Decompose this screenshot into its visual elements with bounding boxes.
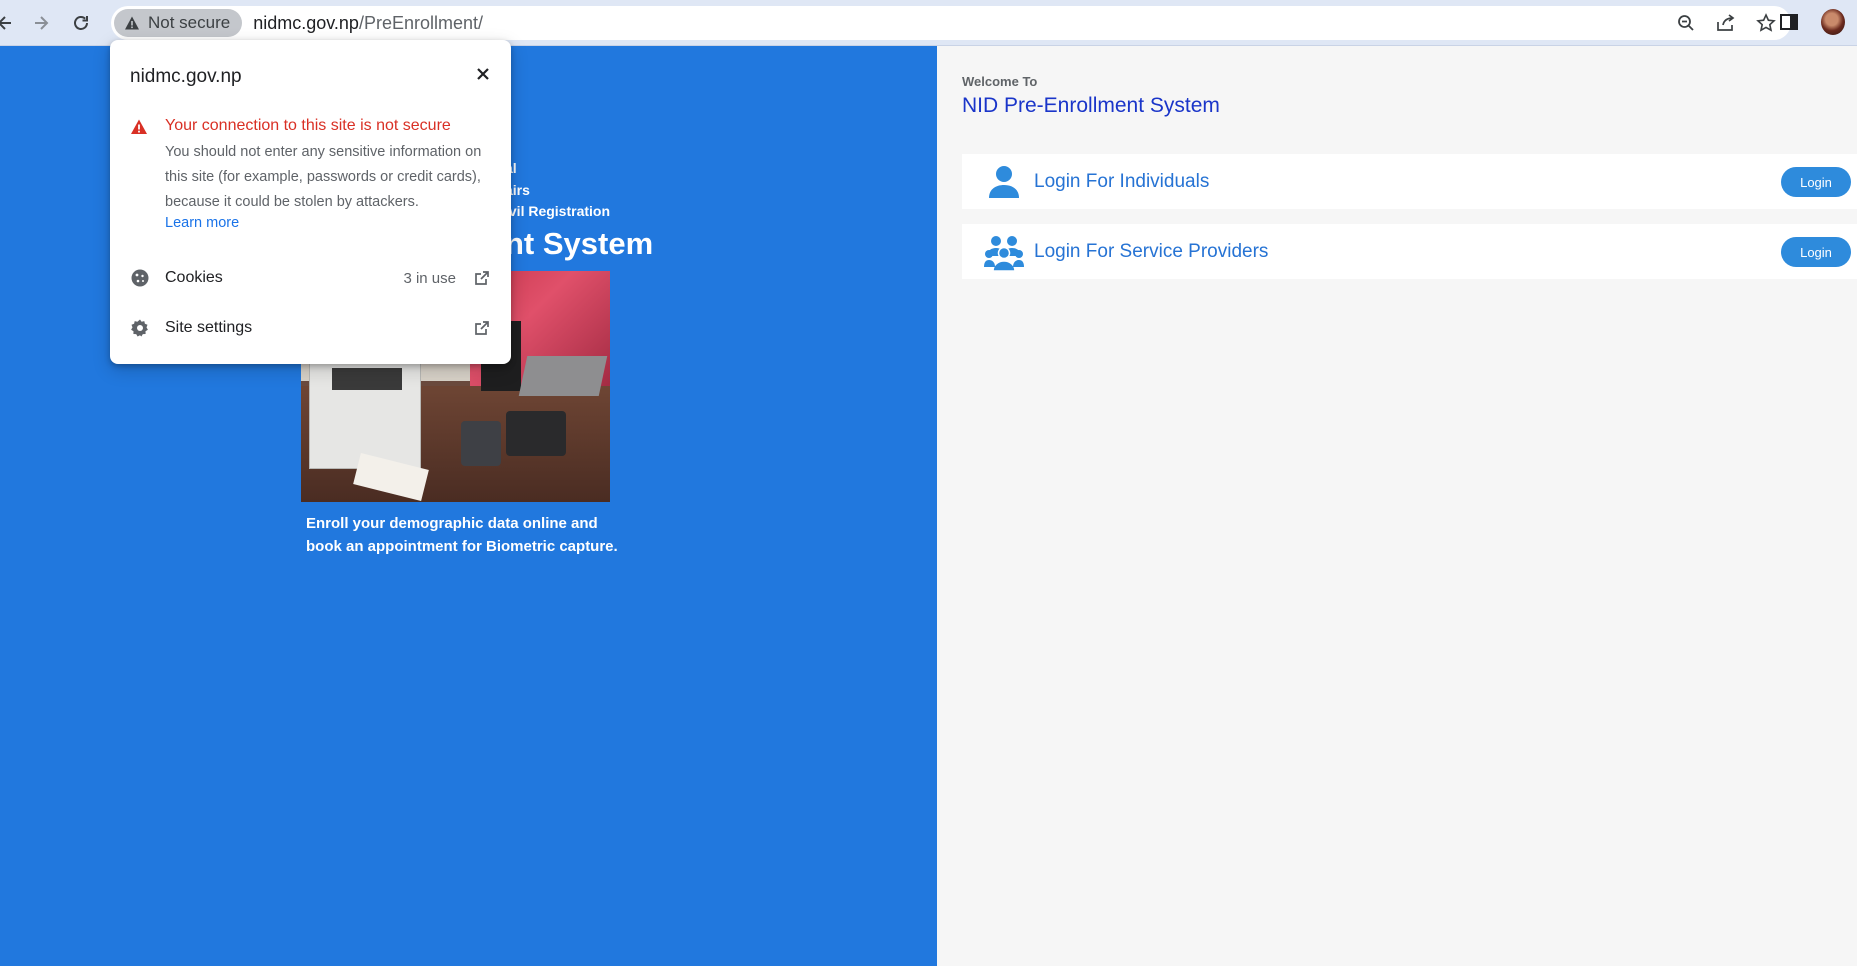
right-login-panel: Welcome To NID Pre-Enrollment System Log… bbox=[937, 46, 1857, 966]
external-link-icon bbox=[473, 269, 491, 287]
profile-avatar[interactable] bbox=[1819, 7, 1847, 37]
cookies-label: Cookies bbox=[165, 269, 223, 286]
zoom-icon[interactable] bbox=[1675, 12, 1697, 34]
url-text[interactable]: nidmc.gov.np/PreEnrollment/ bbox=[253, 13, 483, 34]
site-settings-label: Site settings bbox=[165, 319, 253, 336]
login-service-providers-button[interactable]: Login bbox=[1781, 237, 1851, 267]
welcome-title: NID Pre-Enrollment System bbox=[962, 94, 1220, 117]
cookies-count: 3 in use bbox=[403, 269, 456, 287]
forward-button[interactable] bbox=[24, 6, 58, 40]
popup-close-button[interactable] bbox=[471, 62, 495, 86]
security-chip[interactable]: Not secure bbox=[114, 9, 243, 37]
side-panel-icon[interactable] bbox=[1775, 8, 1803, 36]
popup-domain: nidmc.gov.np bbox=[130, 66, 242, 87]
external-link-icon bbox=[473, 319, 491, 337]
cookies-row[interactable]: Cookies 3 in use bbox=[110, 256, 511, 300]
site-settings-row[interactable]: Site settings bbox=[110, 306, 511, 350]
learn-more-link[interactable]: Learn more bbox=[165, 215, 239, 231]
gear-icon bbox=[130, 318, 150, 338]
connection-warning-body: You should not enter any sensitive infor… bbox=[165, 144, 482, 210]
reload-icon bbox=[74, 16, 88, 30]
bookmark-star-icon[interactable] bbox=[1755, 12, 1777, 34]
welcome-label: Welcome To bbox=[962, 74, 1038, 89]
arrow-right-icon bbox=[35, 16, 49, 30]
enroll-tagline: Enroll your demographic data online and … bbox=[306, 515, 618, 555]
omnibox-actions bbox=[1675, 6, 1791, 40]
toolbar-right bbox=[1775, 7, 1857, 37]
warning-triangle-icon bbox=[125, 16, 139, 30]
security-chip-label: Not secure bbox=[148, 13, 231, 32]
user-icon bbox=[989, 166, 1019, 198]
url-path: /PreEnrollment/ bbox=[358, 12, 483, 33]
login-service-providers-label[interactable]: Login For Service Providers bbox=[1034, 241, 1268, 263]
login-card-individuals: Login For Individuals Login bbox=[962, 154, 1857, 209]
login-card-service-providers: Login For Service Providers Login bbox=[962, 224, 1857, 279]
back-button[interactable] bbox=[0, 6, 22, 40]
connection-warning-title: Your connection to this site is not secu… bbox=[165, 117, 451, 134]
login-individuals-label[interactable]: Login For Individuals bbox=[1034, 171, 1209, 193]
url-domain: nidmc.gov.np bbox=[253, 12, 359, 33]
share-icon[interactable] bbox=[1715, 12, 1737, 34]
avatar bbox=[1819, 7, 1847, 37]
login-individuals-button[interactable]: Login bbox=[1781, 167, 1851, 197]
arrow-left-icon bbox=[0, 16, 11, 30]
close-icon bbox=[477, 68, 489, 80]
warning-triangle-icon bbox=[131, 119, 147, 134]
reload-button[interactable] bbox=[64, 6, 98, 40]
cookie-icon bbox=[130, 268, 150, 288]
users-group-icon bbox=[984, 236, 1024, 272]
site-info-popup: nidmc.gov.np Your connection to this sit… bbox=[110, 40, 511, 364]
address-bar[interactable]: Not secure nidmc.gov.np/PreEnrollment/ bbox=[111, 6, 1791, 40]
org-line-3: ivil Registration bbox=[505, 203, 611, 219]
system-title: nt System bbox=[505, 226, 654, 261]
